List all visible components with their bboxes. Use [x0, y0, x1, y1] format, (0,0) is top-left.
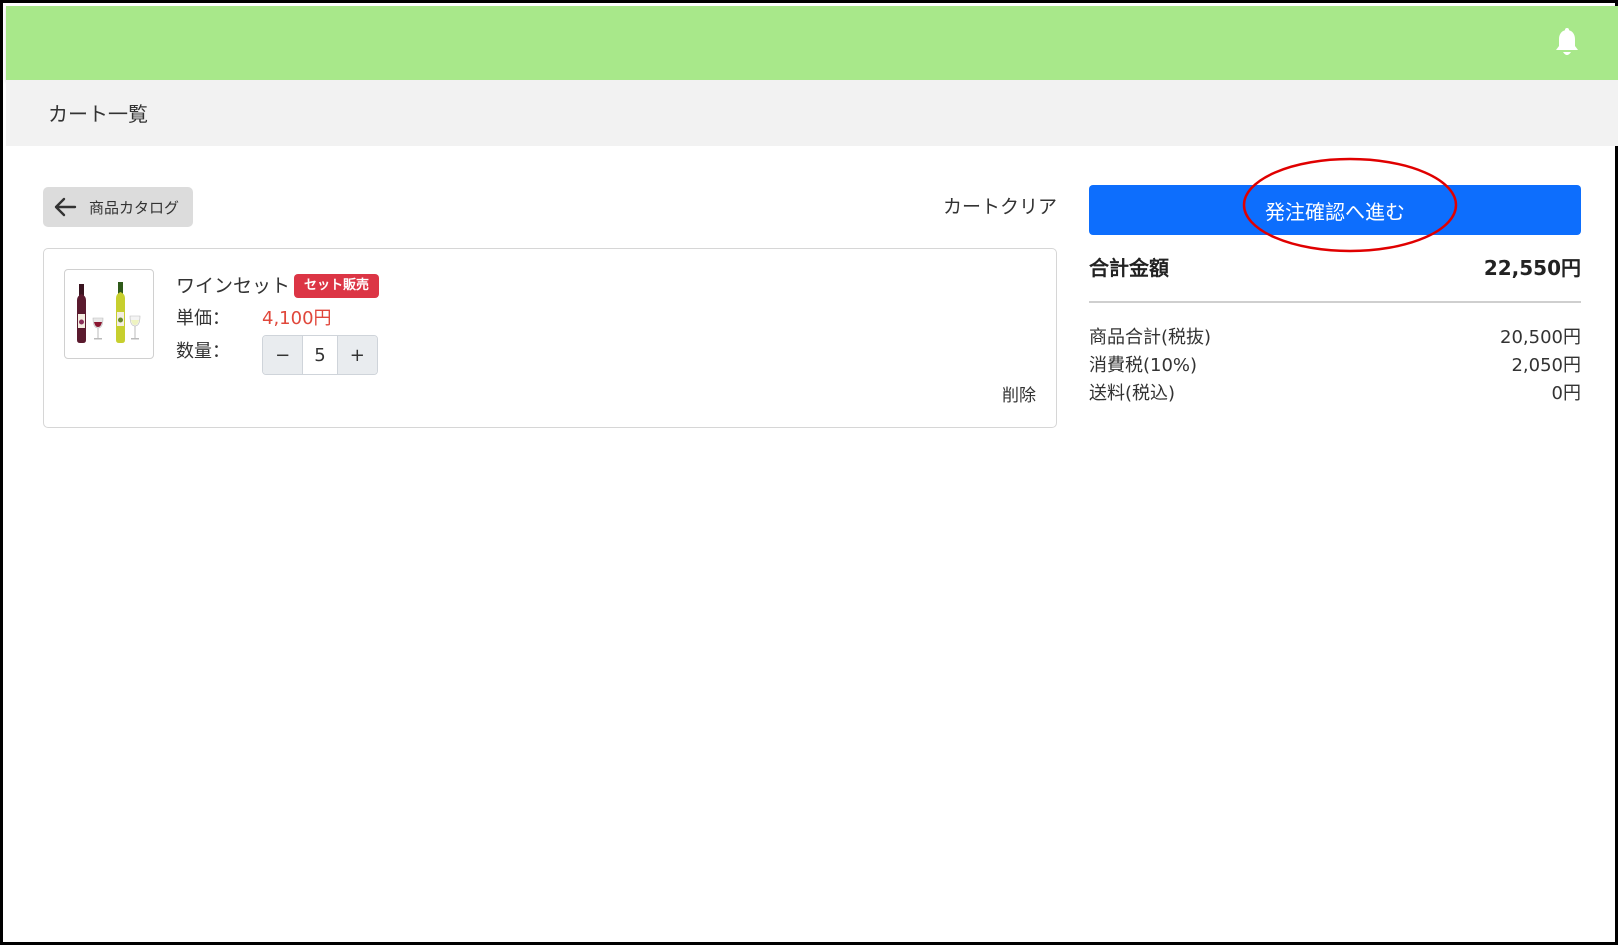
tax-value: 2,050円 — [1511, 355, 1581, 376]
decrement-button[interactable]: − — [263, 336, 303, 374]
item-name: ワインセット — [176, 275, 291, 297]
page-title-bar: カート一覧 — [6, 80, 1618, 146]
unit-price-label: 単価： — [176, 308, 230, 329]
subtotal-row: 商品合計(税抜) 20,500円 — [1089, 323, 1581, 349]
top-header-bar — [6, 6, 1618, 80]
wine-bottles-illustration — [77, 282, 141, 343]
annotation-circle — [1242, 157, 1458, 253]
total-row: 合計金額 22,550円 — [1089, 252, 1581, 282]
delete-item-link[interactable]: 削除 — [1002, 381, 1036, 406]
set-sale-badge: セット販売 — [294, 274, 380, 298]
summary-divider — [1089, 301, 1581, 303]
page-title: カート一覧 — [48, 102, 148, 126]
cart-item-card: ワインセット セット販売 単価： 4,100円 数量： − 5 + 削除 — [43, 248, 1057, 428]
back-button-label: 商品カタログ — [89, 198, 180, 217]
shipping-row: 送料(税込) 0円 — [1089, 379, 1581, 405]
screen-frame: カート一覧 商品カタログ カートクリア ワインセット セット販売 単価： 4,1… — [0, 0, 1618, 945]
cart-clear-link[interactable]: カートクリア — [943, 192, 1057, 219]
subtotal-label: 商品合計(税抜) — [1089, 327, 1212, 348]
shipping-value: 0円 — [1551, 383, 1581, 404]
shipping-label: 送料(税込) — [1089, 383, 1176, 404]
unit-price-value: 4,100円 — [262, 308, 332, 329]
total-label: 合計金額 — [1089, 256, 1169, 280]
increment-button[interactable]: + — [337, 336, 377, 374]
total-value: 22,550円 — [1483, 256, 1581, 280]
arrow-left-icon — [54, 197, 77, 217]
quantity-label: 数量： — [176, 341, 230, 362]
subtotal-value: 20,500円 — [1500, 327, 1581, 348]
quantity-input[interactable]: 5 — [302, 336, 338, 374]
tax-row: 消費税(10%) 2,050円 — [1089, 351, 1581, 377]
bell-icon[interactable] — [1554, 28, 1580, 58]
quantity-stepper: − 5 + — [262, 335, 378, 375]
tax-label: 消費税(10%) — [1089, 355, 1198, 376]
back-to-catalog-button[interactable]: 商品カタログ — [43, 187, 193, 227]
wine-bottles-image — [64, 269, 154, 359]
